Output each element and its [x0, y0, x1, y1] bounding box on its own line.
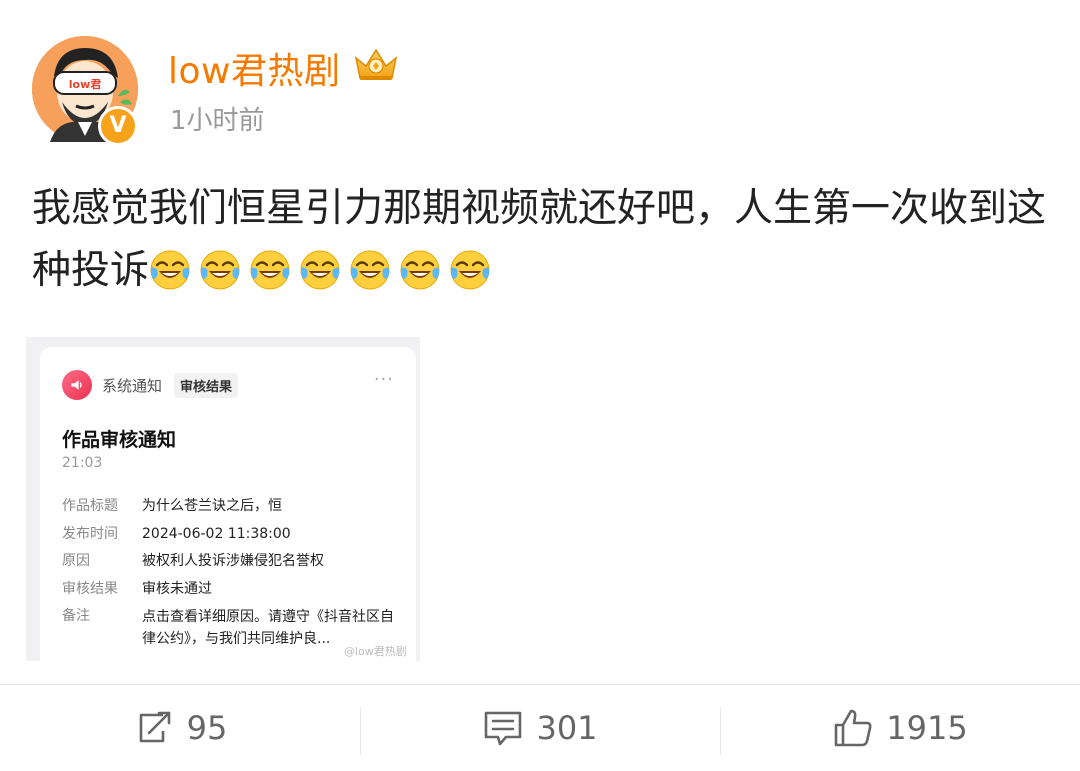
field-row: 原因 被权利人投诉涉嫌侵犯名誉权 — [62, 548, 402, 576]
laugh-cry-emoji — [150, 250, 190, 290]
laugh-cry-emoji — [350, 250, 390, 290]
field-value: 审核未通过 — [142, 580, 212, 597]
laugh-cry-emoji — [250, 250, 290, 290]
post-text: 我感觉我们恒星引力那期视频就还好吧，人生第一次收到这种投诉 — [32, 178, 1052, 302]
post-image[interactable]: 系统通知 审核结果 ··· 作品审核通知 21:03 作品标题 为什么苍兰诀之后… — [26, 337, 420, 661]
repost-icon — [139, 711, 170, 743]
emoji-row — [149, 248, 499, 293]
field-row: 作品标题 为什么苍兰诀之后，恒 — [62, 493, 402, 521]
review-result-tag: 审核结果 — [174, 372, 239, 398]
field-key: 作品标题 — [62, 498, 118, 514]
comment-button[interactable]: 301 — [360, 685, 720, 771]
notification-header: 系统通知 审核结果 — [62, 369, 239, 401]
field-value: 2024-06-02 11:38:00 — [142, 525, 291, 542]
notification-card: 系统通知 审核结果 ··· 作品审核通知 21:03 作品标题 为什么苍兰诀之后… — [40, 347, 416, 661]
post-timestamp: 1小时前 — [170, 106, 265, 136]
image-watermark: @low君热剧 — [344, 645, 407, 658]
like-button[interactable]: 1915 — [720, 685, 1080, 771]
username[interactable]: low君热剧 — [168, 42, 340, 94]
weibo-post: low君 V low君热剧 1小时前 我感觉我们恒星引力那期视频就还好吧，人生第… — [0, 0, 1080, 771]
notification-title: 作品审核通知 — [62, 429, 177, 451]
laugh-cry-emoji — [450, 250, 490, 290]
crown-icon[interactable] — [352, 44, 400, 84]
repost-button[interactable]: 95 — [0, 685, 360, 771]
notification-time: 21:03 — [62, 455, 103, 471]
field-key: 原因 — [62, 553, 90, 569]
more-icon: ··· — [373, 369, 394, 390]
field-key: 发布时间 — [62, 525, 118, 542]
speaker-icon — [62, 370, 92, 400]
laugh-cry-emoji — [300, 250, 340, 290]
repost-count: 95 — [186, 709, 228, 747]
comment-count: 301 — [536, 709, 598, 747]
field-key: 审核结果 — [62, 580, 118, 597]
field-key: 备注 — [62, 608, 90, 624]
laugh-cry-emoji — [200, 250, 240, 290]
field-value: 被权利人投诉涉嫌侵犯名誉权 — [142, 553, 324, 569]
action-bar: 95 301 1915 — [0, 685, 1080, 771]
verified-badge: V — [98, 106, 138, 146]
field-row: 审核结果 审核未通过 — [62, 576, 402, 604]
like-icon — [834, 709, 872, 747]
field-value: 为什么苍兰诀之后，恒 — [142, 498, 282, 514]
notification-fields: 作品标题 为什么苍兰诀之后，恒 发布时间 2024-06-02 11:38:00… — [62, 493, 402, 650]
system-notice-label: 系统通知 — [102, 376, 163, 395]
laugh-cry-emoji — [400, 250, 440, 290]
like-count: 1915 — [886, 709, 968, 747]
comment-icon — [485, 711, 522, 746]
field-row: 发布时间 2024-06-02 11:38:00 — [62, 521, 402, 549]
avatar-text: low君 — [69, 78, 102, 91]
